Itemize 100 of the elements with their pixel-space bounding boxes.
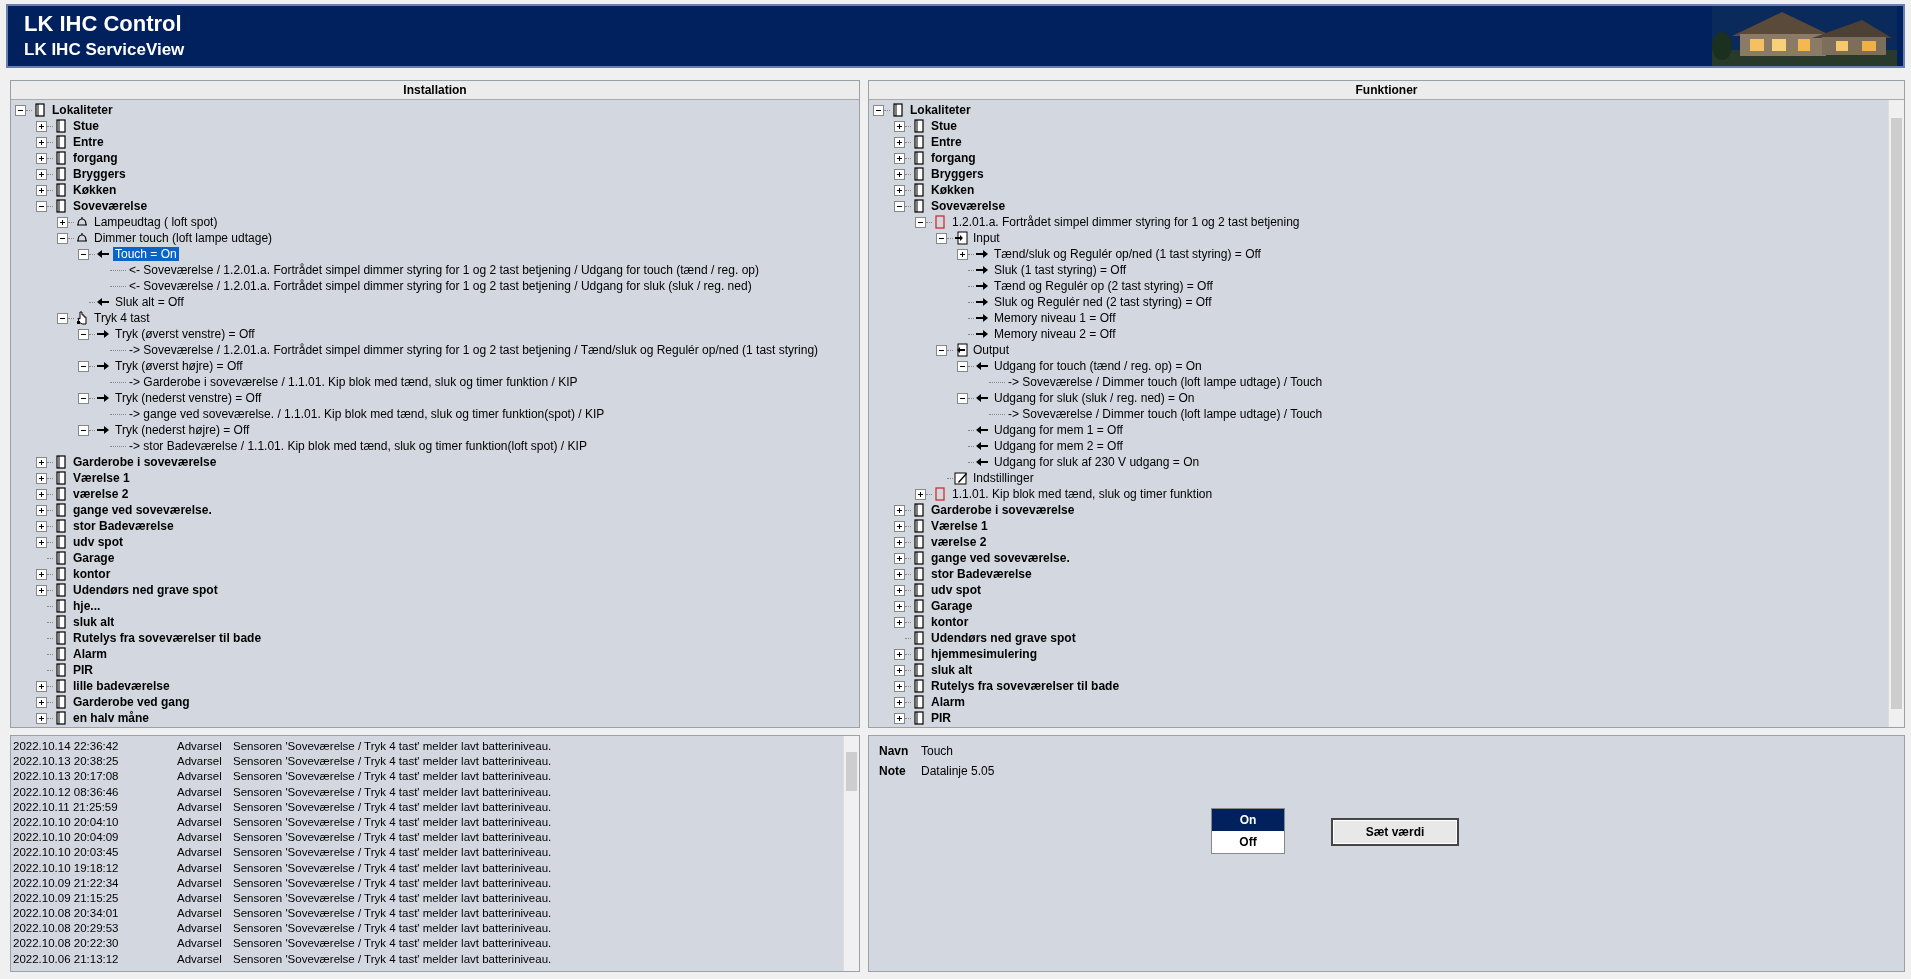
expand-toggle[interactable] — [36, 472, 47, 484]
tree-item[interactable]: -> Garderobe i soveværelse / 1.1.01. Kip blok med tænd, sluk og timer funktion / KIP — [127, 375, 580, 389]
expand-toggle[interactable] — [915, 216, 926, 228]
expand-toggle[interactable] — [36, 536, 47, 548]
tree-item[interactable]: Bryggers — [71, 167, 128, 181]
expand-toggle[interactable] — [78, 424, 89, 436]
expand-toggle[interactable] — [36, 200, 47, 212]
tree-item[interactable]: Lampeudtag ( loft spot) — [92, 215, 220, 229]
tree-item[interactable]: Tryk (øverst venstre) = Off — [113, 327, 257, 341]
tree-item[interactable]: Stue — [71, 119, 101, 133]
expand-toggle[interactable] — [15, 104, 26, 116]
expand-toggle[interactable] — [78, 392, 89, 404]
tree-item[interactable]: PIR — [71, 663, 95, 677]
tree-item[interactable]: Sluk og Regulér ned (2 tast styring) = Off — [992, 295, 1214, 309]
tree-item[interactable]: lille badeværelse — [71, 679, 172, 693]
tree-item[interactable]: -> Soveværelse / Dimmer touch (loft lampe udtage) / Touch — [1006, 407, 1325, 421]
tree-item[interactable]: Tryk (øverst højre) = Off — [113, 359, 245, 373]
tree-item[interactable]: Garage — [71, 551, 117, 565]
value-list[interactable]: On Off — [1211, 808, 1285, 854]
tree-item[interactable]: sluk alt — [71, 615, 117, 629]
tree-item[interactable]: -> gange ved soveværelse. / 1.1.01. Kip blok med tænd, sluk og timer funktion(spot) / KIP — [127, 407, 607, 421]
expand-toggle[interactable] — [957, 248, 968, 260]
tree-item[interactable]: Garderobe i soveværelse — [929, 503, 1077, 517]
expand-toggle[interactable] — [894, 664, 905, 676]
expand-toggle[interactable] — [957, 360, 968, 372]
tree-item[interactable]: sluk alt — [929, 663, 975, 677]
tree-item[interactable]: Tryk (nederst venstre) = Off — [113, 391, 264, 405]
expand-toggle[interactable] — [894, 680, 905, 692]
expand-toggle[interactable] — [78, 328, 89, 340]
tree-item[interactable]: Entre — [929, 135, 964, 149]
tree-item[interactable]: forgang — [71, 151, 120, 165]
tree-item[interactable]: -> Soveværelse / Dimmer touch (loft lampe udtage) / Touch — [1006, 375, 1325, 389]
expand-toggle[interactable] — [894, 136, 905, 148]
tree-item[interactable]: <- Soveværelse / 1.2.01.a. Fortrådet simpel dimmer styring for 1 og 2 tast betjening / Udgang for touch (tænd / reg. op) — [127, 263, 761, 277]
expand-toggle[interactable] — [936, 344, 947, 356]
tree-item[interactable]: stor Badeværelse — [71, 519, 176, 533]
tree-item[interactable]: gange ved soveværelse. — [929, 551, 1072, 565]
tree-item[interactable]: Memory niveau 1 = Off — [992, 311, 1118, 325]
tree-item[interactable]: udv spot — [929, 583, 983, 597]
expand-toggle[interactable] — [36, 712, 47, 724]
expand-toggle[interactable] — [894, 568, 905, 580]
scrollbar[interactable] — [843, 736, 859, 971]
tree-item[interactable]: Udgang for sluk (sluk / reg. ned) = On — [992, 391, 1197, 405]
tree-item[interactable]: 1.1.01. Kip blok med tænd, sluk og timer funktion — [950, 487, 1215, 501]
expand-toggle[interactable] — [36, 456, 47, 468]
expand-toggle[interactable] — [936, 232, 947, 244]
expand-toggle[interactable] — [894, 504, 905, 516]
tree-item[interactable]: Dimmer touch (loft lampe udtage) — [92, 231, 275, 245]
tree-item[interactable]: Udendørs ned grave spot — [71, 583, 220, 597]
tree-item[interactable]: Alarm — [929, 695, 967, 709]
tree-item[interactable]: Output — [971, 343, 1012, 357]
tree-item[interactable]: -> stor Badeværelse / 1.1.01. Kip blok med tænd, sluk og timer funktion(loft spot) / KIP — [127, 439, 589, 453]
expand-toggle[interactable] — [36, 184, 47, 196]
expand-toggle[interactable] — [57, 232, 68, 244]
tree-item[interactable]: Lokaliteter — [50, 103, 115, 117]
tree-item[interactable]: Udgang for sluk af 230 V udgang = On — [992, 455, 1202, 469]
tree-item[interactable]: hjemmesimulering — [929, 647, 1040, 661]
expand-toggle[interactable] — [36, 120, 47, 132]
tree-item[interactable]: Tænd og Regulér op (2 tast styring) = Off — [992, 279, 1215, 293]
scroll-thumb[interactable] — [1891, 118, 1902, 709]
expand-toggle[interactable] — [894, 520, 905, 532]
tree-item[interactable]: Værelse 1 — [71, 471, 132, 485]
tree-item[interactable]: Udgang for mem 1 = Off — [992, 423, 1125, 437]
expand-toggle[interactable] — [36, 584, 47, 596]
tree-item[interactable]: kontor — [929, 615, 971, 629]
expand-toggle[interactable] — [894, 200, 905, 212]
tree-item[interactable]: Udgang for touch (tænd / reg. op) = On — [992, 359, 1204, 373]
tree-item[interactable]: værelse 2 — [929, 535, 989, 549]
tree-item[interactable]: Tryk 4 tast — [92, 311, 152, 325]
tree-item[interactable]: Bryggers — [929, 167, 986, 181]
expand-toggle[interactable] — [894, 120, 905, 132]
tree-item[interactable]: Sluk alt = Off — [113, 295, 186, 309]
expand-toggle[interactable] — [894, 536, 905, 548]
tree-item[interactable]: Udgang for mem 2 = Off — [992, 439, 1125, 453]
expand-toggle[interactable] — [36, 136, 47, 148]
tree-item[interactable]: Touch = On — [113, 247, 179, 261]
list-option[interactable]: Off — [1212, 831, 1284, 853]
expand-toggle[interactable] — [894, 552, 905, 564]
expand-toggle[interactable] — [894, 616, 905, 628]
expand-toggle[interactable] — [57, 312, 68, 324]
expand-toggle[interactable] — [36, 504, 47, 516]
expand-toggle[interactable] — [36, 680, 47, 692]
expand-toggle[interactable] — [36, 696, 47, 708]
expand-toggle[interactable] — [894, 712, 905, 724]
scroll-thumb[interactable] — [846, 752, 857, 791]
list-option[interactable]: On — [1212, 809, 1284, 831]
tree-item[interactable]: Sluk (1 tast styring) = Off — [992, 263, 1129, 277]
expand-toggle[interactable] — [894, 184, 905, 196]
expand-toggle[interactable] — [78, 360, 89, 372]
tree-item[interactable]: Garderobe i soveværelse — [71, 455, 219, 469]
tree-item[interactable]: stor Badeværelse — [929, 567, 1034, 581]
tree-item[interactable]: Rutelys fra soveværelser til bade — [929, 679, 1122, 693]
tree-item[interactable]: Køkken — [929, 183, 977, 197]
tree-item[interactable]: Entre — [71, 135, 106, 149]
tree-item[interactable]: Udendørs ned grave spot — [929, 631, 1078, 645]
tree-item[interactable]: <- Soveværelse / 1.2.01.a. Fortrådet simpel dimmer styring for 1 og 2 tast betjening / Udgang for sluk (sluk / reg. ned) — [127, 279, 754, 293]
tree-item[interactable]: udv spot — [71, 535, 125, 549]
expand-toggle[interactable] — [36, 520, 47, 532]
tree-item[interactable]: Køkken — [71, 183, 119, 197]
tree-item[interactable]: Input — [971, 231, 1002, 245]
